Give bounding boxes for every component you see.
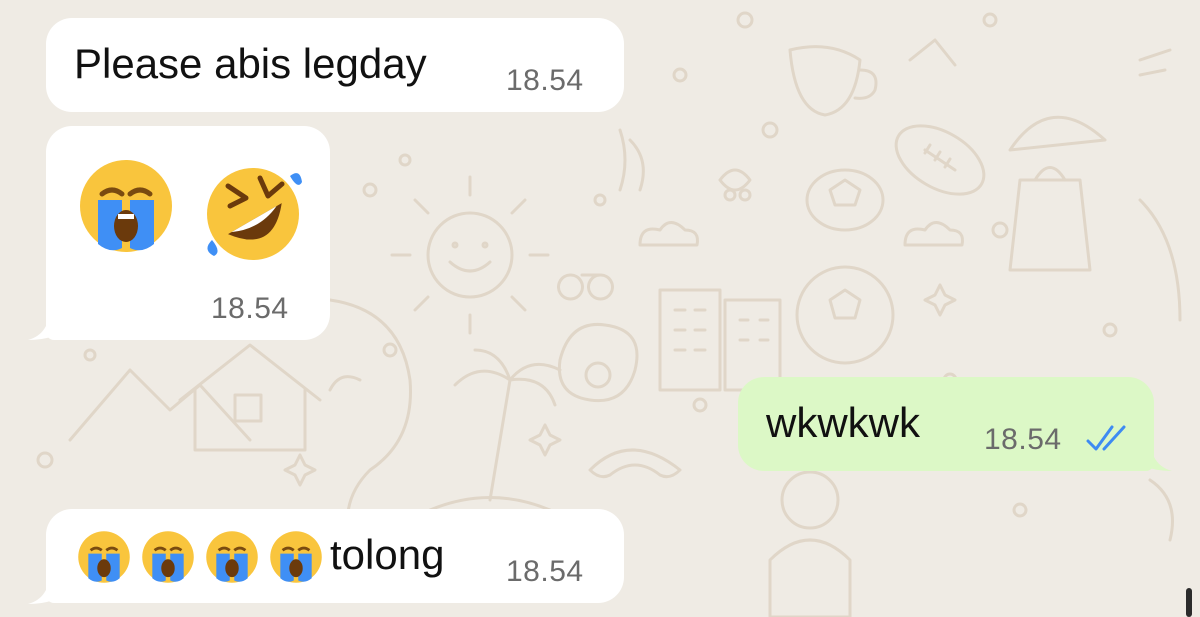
message-timestamp: 18.54 — [506, 64, 584, 97]
loudly-crying-face-icon — [78, 531, 130, 583]
loudly-crying-face-icon — [142, 531, 194, 583]
loudly-crying-face-icon — [80, 160, 172, 252]
loudly-crying-face-icon — [270, 531, 322, 583]
scrollbar[interactable] — [1186, 588, 1192, 617]
incoming-message-bubble[interactable]: 18.54 — [46, 126, 330, 340]
message-timestamp: 18.54 — [506, 555, 584, 588]
message-text: wkwkwk — [766, 399, 920, 446]
read-receipt-icon — [1086, 425, 1126, 451]
message-text: tolong — [330, 531, 445, 578]
message-text: Please abis legday — [74, 40, 427, 87]
bubble-tail — [1132, 437, 1172, 471]
incoming-message-bubble[interactable]: tolong 18.54 — [46, 509, 624, 603]
outgoing-message-bubble[interactable]: wkwkwk 18.54 — [738, 377, 1154, 471]
rolling-on-floor-laughing-icon — [207, 168, 302, 260]
bubble-tail — [28, 306, 68, 340]
loudly-crying-face-icon — [206, 531, 258, 583]
bubble-tail — [28, 570, 68, 604]
message-timestamp: 18.54 — [984, 423, 1062, 456]
incoming-message-bubble[interactable]: Please abis legday 18.54 — [46, 18, 624, 112]
message-timestamp: 18.54 — [211, 292, 289, 325]
